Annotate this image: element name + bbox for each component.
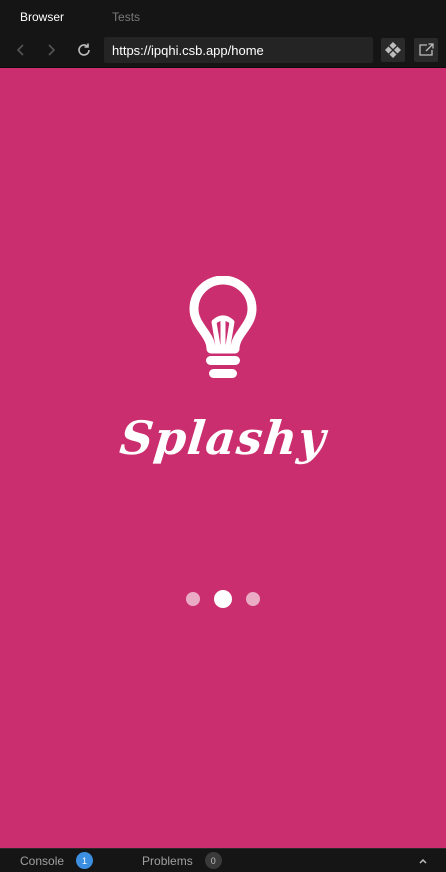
- loading-dot: [246, 592, 260, 606]
- app-preview: Splashy: [0, 68, 446, 848]
- navigation-bar: [0, 33, 446, 68]
- url-input[interactable]: [104, 37, 373, 63]
- problems-label: Problems: [142, 853, 193, 868]
- tab-browser[interactable]: Browser: [0, 0, 84, 33]
- tab-strip: Browser Tests: [0, 0, 446, 33]
- console-label: Console: [20, 853, 65, 868]
- collapse-panel-button[interactable]: [416, 854, 430, 868]
- loading-dot: [186, 592, 200, 606]
- forward-button[interactable]: [40, 39, 62, 61]
- reload-icon: [78, 43, 90, 56]
- codesandbox-button[interactable]: [381, 38, 405, 62]
- devtools-bar: Console 1 Problems 0: [0, 848, 446, 872]
- codesandbox-icon: [385, 42, 401, 58]
- brand-wordmark: Splashy: [117, 411, 329, 465]
- loading-dot-active: [214, 590, 232, 608]
- reload-button[interactable]: [73, 39, 95, 61]
- chevron-up-icon: [419, 858, 427, 864]
- chevron-left-icon: [16, 44, 24, 56]
- tab-tests[interactable]: Tests: [92, 0, 160, 33]
- open-in-new-window-button[interactable]: [414, 38, 438, 62]
- console-count-badge: 1: [76, 852, 94, 869]
- chevron-right-icon: [48, 44, 56, 56]
- back-button[interactable]: [10, 39, 32, 61]
- loading-indicator: [0, 589, 446, 609]
- browser-window: Browser Tests https://ipqhi.csb.app/home…: [0, 0, 446, 872]
- open-in-new-window-icon: [419, 43, 434, 56]
- problems-count-badge: 0: [204, 852, 222, 869]
- lightbulb-icon: [189, 276, 257, 378]
- problems-tab[interactable]: Problems 0: [142, 852, 222, 869]
- console-tab[interactable]: Console 1: [20, 852, 94, 869]
